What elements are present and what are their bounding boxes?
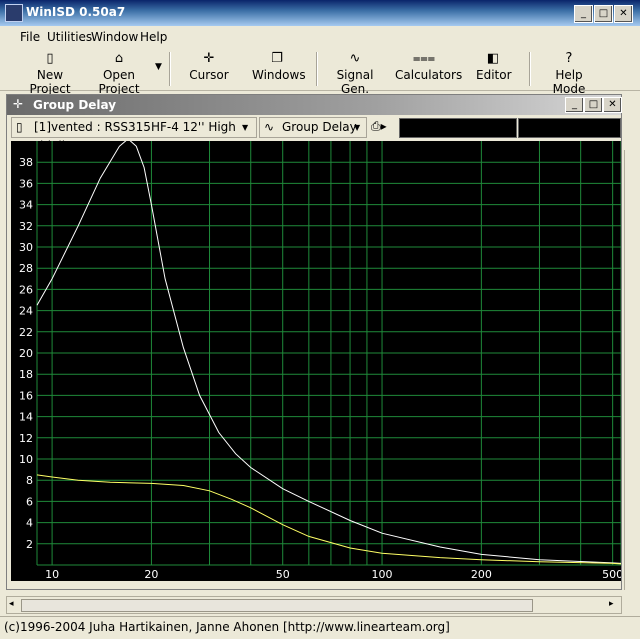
y-tick-label: 2 [26,538,33,551]
menu-utilities[interactable]: Utilities [47,30,92,44]
y-tick-label: 20 [19,347,33,360]
scroll-right-icon[interactable]: ▸ [609,599,614,609]
open-project-dropdown-icon[interactable]: ▼ [155,62,162,72]
group-delay-window: ✛ Group Delay _ □ ✕ ▯ [1]vented : RSS315… [6,94,622,590]
cursor-button[interactable]: ✛ Cursor [186,50,232,88]
y-tick-label: 22 [19,326,33,339]
x-tick-label: 200 [471,568,492,581]
right-edge-panel [624,150,635,590]
chevron-down-icon: ▼ [354,123,361,132]
scroll-left-icon[interactable]: ◂ [9,599,14,609]
y-tick-label: 14 [19,411,33,424]
sine-wave-icon: ∿ [349,51,361,66]
help-mode-button[interactable]: ? Help Mode [541,50,597,96]
y-tick-label: 38 [19,156,33,169]
group-delay-title-bar[interactable]: ✛ Group Delay _ □ ✕ [7,95,622,115]
menu-window[interactable]: Window [91,30,138,44]
menu-help[interactable]: Help [140,30,167,44]
inner-close-icon[interactable]: ✕ [603,97,622,113]
y-tick-label: 4 [26,517,33,530]
y-tick-label: 32 [19,220,33,233]
new-project-icon: ▯ [46,51,54,66]
export-icon: ⎙▸ [371,119,387,133]
speaker-icon: ◧ [486,51,500,66]
minimize-icon[interactable]: _ [574,5,593,23]
calculator-icon: ⩶ [412,51,436,66]
cursor-icon: ✛ [203,51,215,66]
maximize-icon[interactable]: □ [594,5,613,23]
y-tick-label: 16 [19,389,33,402]
inner-minimize-icon[interactable]: _ [565,97,584,113]
toolbar: ▯ New Project ⌂ Open Project ▼ ✛ Cursor … [0,48,640,96]
menu-file[interactable]: File [20,30,40,44]
app-title-bar[interactable]: WinISD 0.50a7 _ □ ✕ [0,0,640,26]
toolbar-separator [529,52,531,86]
app-icon [5,4,23,22]
signal-gen-button[interactable]: ∿ Signal Gen. [326,50,384,96]
y-tick-label: 6 [26,495,33,508]
y-tick-label: 8 [26,474,33,487]
horizontal-scrollbar[interactable]: ◂ ▸ [6,596,622,614]
x-tick-label: 50 [276,568,290,581]
group-delay-chart[interactable]: 246810121416182022242628303234363810 20 50… [11,141,621,581]
open-folder-icon: ⌂ [114,51,124,66]
x-tick-label: 10 [45,568,59,581]
x-tick-label: 20 [144,568,158,581]
open-project-button[interactable]: ⌂ Open Project [86,50,152,96]
readout-box-1 [399,118,517,138]
y-tick-label: 34 [19,199,33,212]
toolbar-separator [169,52,171,86]
sine-wave-icon: ∿ [264,120,275,134]
status-text: (c)1996-2004 Juha Hartikainen, Janne Aho… [4,620,450,634]
x-tick-label: 500 [602,568,621,581]
project-icon: ▯ [16,120,23,134]
scroll-thumb[interactable] [21,599,533,612]
windows-button[interactable]: ❐ Windows [252,50,306,88]
readout-box-2 [518,118,621,138]
help-icon: ? [565,51,573,66]
inner-maximize-icon[interactable]: □ [584,97,603,113]
y-tick-label: 24 [19,305,33,318]
y-tick-label: 30 [19,241,33,254]
y-tick-label: 36 [19,177,33,190]
y-tick-label: 26 [19,283,33,296]
y-tick-label: 18 [19,368,33,381]
graph-window-icon: ✛ [13,97,24,111]
graph-type-select[interactable]: ∿ Group Delay ▼ [259,117,367,138]
y-tick-label: 10 [19,453,33,466]
close-icon[interactable]: ✕ [614,5,633,23]
calculators-button[interactable]: ⩶ Calculators [395,50,462,88]
menu-bar: File Utilities Window Help [0,26,640,49]
graph-type-value: Group Delay [282,120,357,134]
export-button[interactable]: ⎙▸ [371,117,393,136]
status-bar: (c)1996-2004 Juha Hartikainen, Janne Aho… [0,616,640,639]
group-delay-title: Group Delay [33,98,117,112]
app-title: WinISD 0.50a7 [26,5,126,19]
y-tick-label: 12 [19,432,33,445]
new-project-button[interactable]: ▯ New Project [18,50,82,96]
chevron-down-icon: ▼ [242,123,249,132]
editor-button[interactable]: ◧ Editor [476,50,512,88]
plot-background [11,141,621,581]
graph-toolbar: ▯ [1]vented : RSS315HF-4 12'' High Fidel… [7,115,621,153]
y-tick-label: 28 [19,262,33,275]
toolbar-separator [316,52,318,86]
windows-icon: ❐ [271,51,283,66]
x-tick-label: 100 [372,568,393,581]
project-select[interactable]: ▯ [1]vented : RSS315HF-4 12'' High Fidel… [11,117,257,153]
